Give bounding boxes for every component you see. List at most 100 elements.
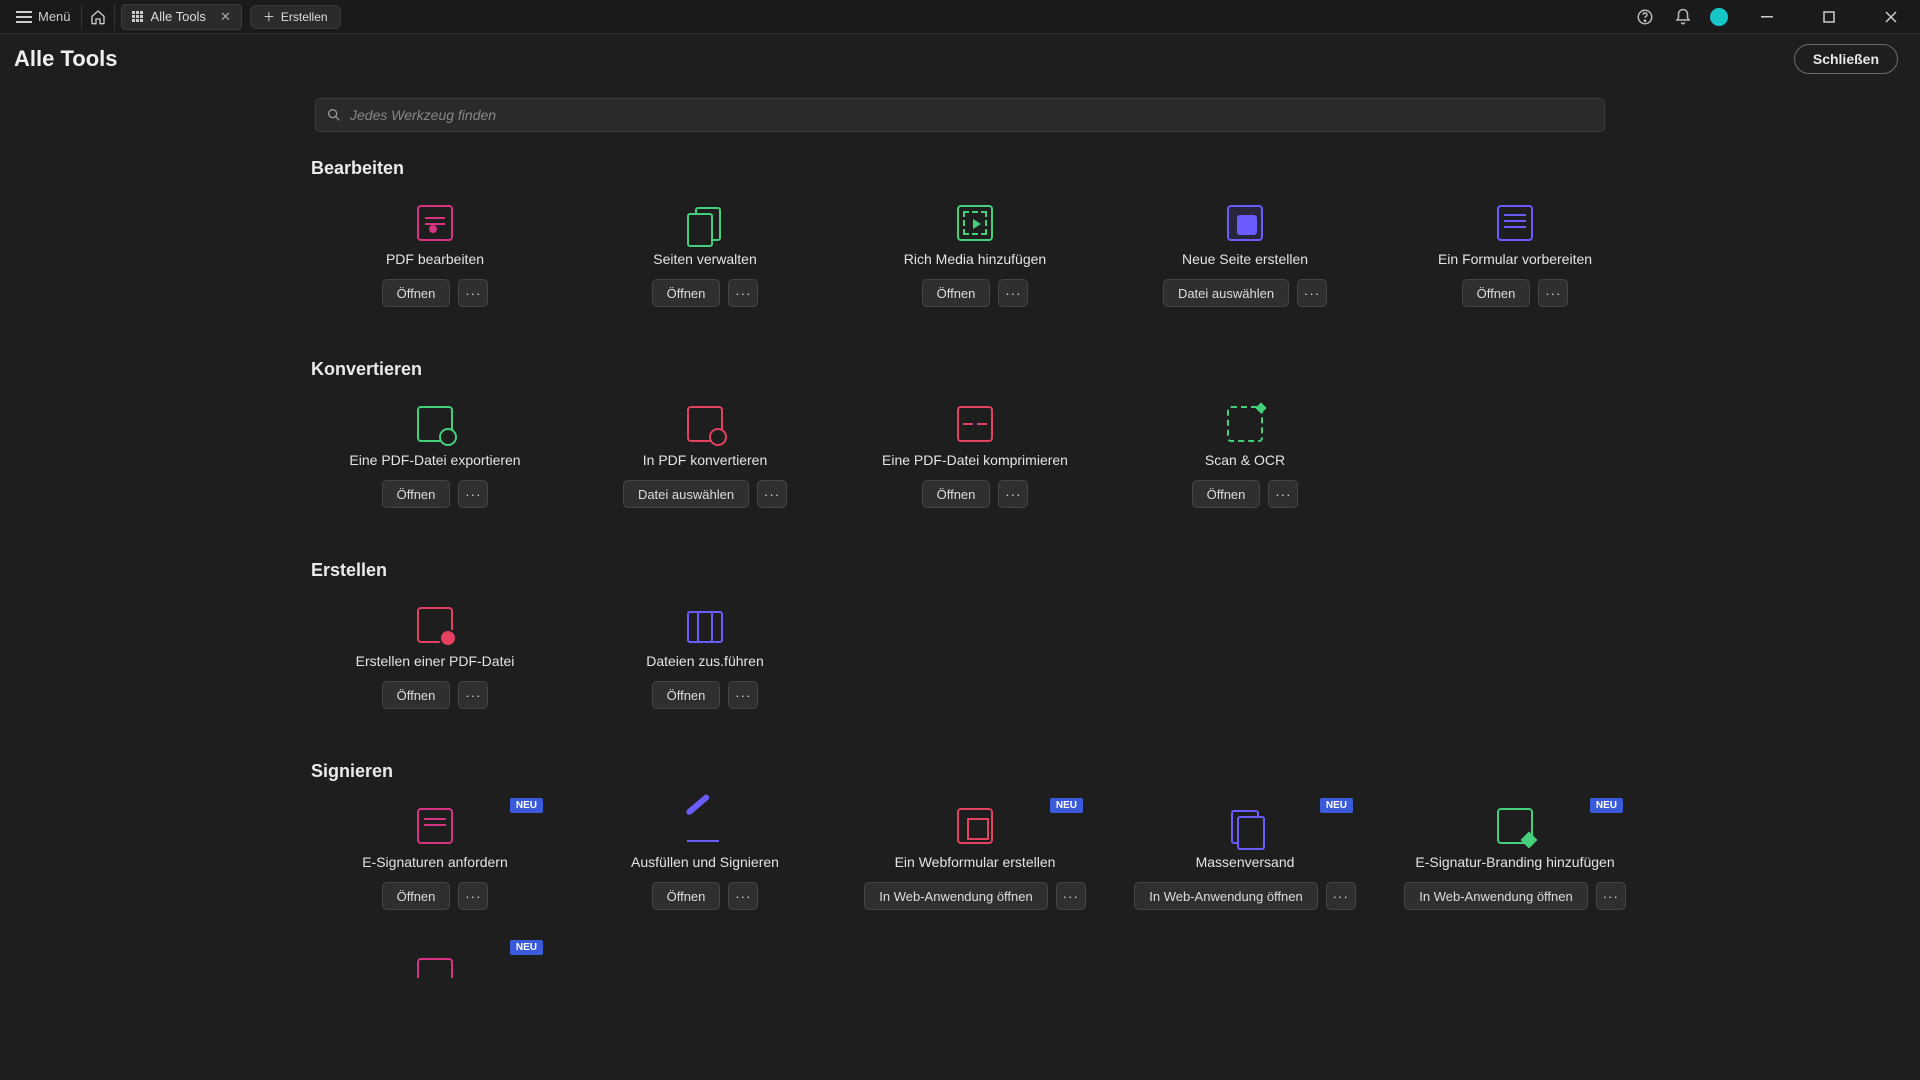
notifications-button[interactable] (1672, 6, 1694, 28)
open-button[interactable]: Öffnen (652, 279, 721, 307)
tool-card[interactable]: Scan & OCRÖffnen··· (1115, 396, 1375, 516)
bell-icon (1674, 8, 1692, 26)
hamburger-icon (16, 11, 32, 23)
ic-scan-icon (1227, 406, 1263, 442)
tool-name: Ausfüllen und Signieren (631, 854, 779, 872)
ic-export-icon (417, 406, 453, 442)
tool-card[interactable]: NEUE-Signatur-Branding hinzufügenIn Web-… (1385, 798, 1645, 918)
tool-card[interactable]: NEUE-Signaturen anfordernÖffnen··· (305, 798, 565, 918)
more-button[interactable]: ··· (1056, 882, 1086, 910)
section: ErstellenErstellen einer PDF-DateiÖffnen… (305, 560, 1615, 717)
tool-card[interactable]: PDF bearbeitenÖffnen··· (305, 195, 565, 315)
more-button[interactable]: ··· (728, 681, 758, 709)
more-button[interactable]: ··· (458, 279, 488, 307)
tool-card[interactable]: NEUEin Webformular erstellenIn Web-Anwen… (845, 798, 1105, 918)
open_web-button[interactable]: In Web-Anwendung öffnen (1404, 882, 1587, 910)
tool-card[interactable]: Erstellen einer PDF-Datei Öffnen··· (305, 597, 565, 717)
select_file-button[interactable]: Datei auswählen (623, 480, 749, 508)
ic-newpage-icon (1227, 205, 1263, 241)
open_web-button[interactable]: In Web-Anwendung öffnen (864, 882, 1047, 910)
ic-compress-icon (957, 406, 993, 442)
section: BearbeitenPDF bearbeitenÖffnen···Seiten … (305, 158, 1615, 315)
new-badge: NEU (1050, 798, 1083, 813)
more-button[interactable]: ··· (1268, 480, 1298, 508)
tool-icon (952, 402, 998, 446)
tool-name: Eine PDF-Datei komprimieren (882, 452, 1068, 470)
open-button[interactable]: Öffnen (382, 681, 451, 709)
home-button[interactable] (81, 4, 115, 30)
menu-button[interactable]: Menü (6, 5, 81, 28)
search-icon (326, 107, 342, 123)
tool-icon (1222, 201, 1268, 245)
ic-reqsig-icon (417, 808, 453, 844)
open-button[interactable]: Öffnen (382, 279, 451, 307)
tool-icon (412, 402, 458, 446)
tool-name: Neue Seite erstellen (1182, 251, 1308, 269)
open-button[interactable]: Öffnen (652, 681, 721, 709)
titlebar: Menü Alle Tools ✕ ＋ Erstellen (0, 0, 1920, 34)
avatar[interactable] (1710, 8, 1728, 26)
tool-card[interactable]: Dateien zus.führenÖffnen··· (575, 597, 835, 717)
menu-label: Menü (38, 9, 71, 24)
tool-name: Massenversand (1196, 854, 1295, 872)
more-button[interactable]: ··· (458, 882, 488, 910)
new-badge: NEU (1590, 798, 1623, 813)
open-button[interactable]: Öffnen (922, 480, 991, 508)
section: KonvertierenEine PDF-Datei exportierenÖf… (305, 359, 1615, 516)
tool-card[interactable]: Ein Formular vorbereitenÖffnen··· (1385, 195, 1645, 315)
tool-icon (1222, 402, 1268, 446)
more-button[interactable]: ··· (1538, 279, 1568, 307)
tool-card[interactable]: In PDF konvertierenDatei auswählen··· (575, 396, 835, 516)
open-button[interactable]: Öffnen (382, 882, 451, 910)
select_file-button[interactable]: Datei auswählen (1163, 279, 1289, 307)
tool-card[interactable]: NEU (305, 940, 565, 1060)
tool-actions: In Web-Anwendung öffnen ··· (1404, 882, 1625, 910)
tool-name: Erstellen einer PDF-Datei (356, 653, 515, 671)
open-button[interactable]: Öffnen (652, 882, 721, 910)
close-button[interactable]: Schließen (1794, 44, 1898, 74)
more-button[interactable]: ··· (998, 279, 1028, 307)
more-button[interactable]: ··· (728, 882, 758, 910)
more-button[interactable]: ··· (1297, 279, 1327, 307)
tab-all-tools[interactable]: Alle Tools ✕ (121, 4, 242, 30)
tool-card[interactable]: Neue Seite erstellen Datei auswählen ··· (1115, 195, 1375, 315)
create-button[interactable]: ＋ Erstellen (250, 5, 341, 29)
window-maximize[interactable] (1806, 0, 1852, 34)
more-button[interactable]: ··· (458, 480, 488, 508)
open-button[interactable]: Öffnen (1462, 279, 1531, 307)
tool-name: Rich Media hinzufügen (904, 251, 1046, 269)
tab-close-icon[interactable]: ✕ (220, 9, 231, 25)
more-button[interactable]: ··· (998, 480, 1028, 508)
page-title: Alle Tools (14, 46, 118, 72)
tool-card[interactable]: Eine PDF-Datei komprimieren Öffnen··· (845, 396, 1105, 516)
open-button[interactable]: Öffnen (922, 279, 991, 307)
tool-card[interactable]: Ausfüllen und Signieren Öffnen··· (575, 798, 835, 918)
ic-partial-icon (417, 958, 453, 978)
search-box[interactable] (315, 98, 1605, 132)
more-button[interactable]: ··· (458, 681, 488, 709)
more-button[interactable]: ··· (1326, 882, 1356, 910)
search-input[interactable] (350, 107, 1594, 123)
tool-actions: Öffnen··· (652, 882, 759, 910)
tool-actions: Öffnen··· (382, 882, 489, 910)
help-button[interactable] (1634, 6, 1656, 28)
tool-card[interactable]: Seiten verwaltenÖffnen··· (575, 195, 835, 315)
ic-media-icon (957, 205, 993, 241)
page-header: Alle Tools Schließen (0, 34, 1920, 84)
tool-card[interactable]: Eine PDF-Datei exportierenÖffnen··· (305, 396, 565, 516)
open-button[interactable]: Öffnen (382, 480, 451, 508)
open_web-button[interactable]: In Web-Anwendung öffnen (1134, 882, 1317, 910)
more-button[interactable]: ··· (757, 480, 787, 508)
more-button[interactable]: ··· (728, 279, 758, 307)
tool-card[interactable]: Rich Media hinzufügen Öffnen··· (845, 195, 1105, 315)
help-icon (1636, 8, 1654, 26)
window-minimize[interactable] (1744, 0, 1790, 34)
window-close[interactable] (1868, 0, 1914, 34)
tool-card[interactable]: NEUMassenversandIn Web-Anwendung öffnen·… (1115, 798, 1375, 918)
content-scroll[interactable]: BearbeitenPDF bearbeitenÖffnen···Seiten … (0, 84, 1920, 1080)
tool-icon (952, 201, 998, 245)
more-button[interactable]: ··· (1596, 882, 1626, 910)
tool-grid: Eine PDF-Datei exportierenÖffnen···In PD… (305, 396, 1615, 516)
tool-actions: Öffnen··· (652, 279, 759, 307)
open-button[interactable]: Öffnen (1192, 480, 1261, 508)
